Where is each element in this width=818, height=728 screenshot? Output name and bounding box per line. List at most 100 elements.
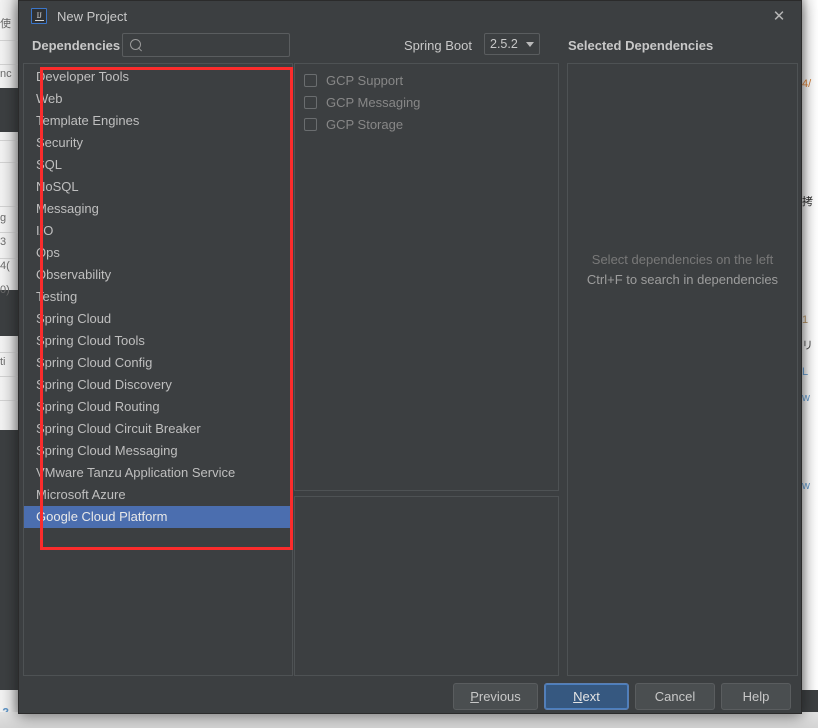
category-item[interactable]: Microsoft Azure [24, 484, 292, 506]
background-left-text: 4( [0, 260, 10, 272]
category-item[interactable]: Spring Cloud Routing [24, 396, 292, 418]
category-item[interactable]: VMware Tanzu Application Service [24, 462, 292, 484]
category-item-label: Ops [36, 245, 60, 260]
empty-hint-line-2: Ctrl+F to search in dependencies [586, 272, 779, 287]
category-item[interactable]: Security [24, 132, 292, 154]
background-right-text: 1 [802, 314, 809, 326]
help-button[interactable]: Help [721, 683, 791, 710]
category-item[interactable]: Messaging [24, 198, 292, 220]
dependency-item[interactable]: GCP Support [295, 69, 558, 91]
category-item-label: Google Cloud Platform [36, 509, 168, 524]
background-left-dark-band-1 [0, 88, 18, 132]
category-item-label: Testing [36, 289, 78, 304]
category-item[interactable]: Spring Cloud [24, 308, 292, 330]
checkbox-icon[interactable] [304, 95, 317, 109]
background-left-dark-band-3 [0, 430, 18, 690]
category-item-label: Spring Cloud [36, 311, 112, 326]
category-item-label: VMware Tanzu Application Service [36, 465, 236, 480]
category-item[interactable]: I/O [24, 220, 292, 242]
dependency-list[interactable]: GCP Support GCP Messaging GCP Storage [295, 64, 558, 135]
selected-dependencies-label: Selected Dependencies [568, 38, 714, 53]
background-left-rule [0, 400, 18, 401]
category-item[interactable]: Web [24, 88, 292, 110]
category-item[interactable]: SQL [24, 154, 292, 176]
search-box[interactable] [122, 33, 303, 57]
background-right-text: 4/ [802, 78, 812, 90]
background-left-rule [0, 162, 18, 163]
selected-dependencies-empty-state: Select dependencies on the left Ctrl+F t… [568, 250, 797, 290]
background-right-text: リ [802, 340, 813, 352]
category-item[interactable]: Spring Cloud Tools [24, 330, 292, 352]
chevron-down-icon [526, 41, 534, 47]
dialog-titlebar: IJ New Project ✕ [19, 1, 801, 31]
dialog-header-row: Dependencies Spring Boot 2.5.2 Selected … [19, 31, 801, 65]
empty-hint-line-1: Select dependencies on the left [591, 252, 774, 267]
intellij-idea-icon: IJ [31, 8, 47, 24]
background-left-text: g [0, 212, 7, 224]
category-item-label: Messaging [36, 201, 99, 216]
previous-button-label: revious [478, 689, 521, 704]
background-left-rule [0, 64, 18, 65]
category-item-label: Microsoft Azure [36, 487, 126, 502]
category-item[interactable]: Spring Cloud Messaging [24, 440, 292, 462]
category-item-label: Template Engines [36, 113, 140, 128]
category-list-panel[interactable]: Developer Tools Web Template Engines Securi… [23, 63, 293, 676]
spring-boot-label: Spring Boot [404, 38, 472, 53]
category-item[interactable]: Spring Cloud Config [24, 352, 292, 374]
dependency-description-text [295, 497, 558, 513]
new-project-dialog: IJ New Project ✕ Dependencies Spring Boo… [18, 0, 802, 714]
category-item-label: NoSQL [36, 179, 79, 194]
category-item[interactable]: NoSQL [24, 176, 292, 198]
checkbox-icon[interactable] [304, 117, 317, 131]
next-button-label: ext [582, 689, 600, 704]
background-right-text: L [802, 366, 809, 378]
previous-button-mnemonic: P [470, 689, 479, 704]
category-item[interactable]: Ops [24, 242, 292, 264]
close-icon[interactable]: ✕ [757, 1, 801, 31]
background-left-rule [0, 376, 18, 377]
dialog-button-bar: Previous Next Cancel Help [19, 683, 803, 715]
next-button[interactable]: Next [544, 683, 629, 710]
category-item-label: Spring Cloud Tools [36, 333, 145, 348]
category-item[interactable]: Testing [24, 286, 292, 308]
category-item[interactable]: Google Cloud Platform [24, 506, 292, 528]
category-item[interactable]: Observability [24, 264, 292, 286]
checkbox-icon[interactable] [304, 73, 317, 87]
category-item-label: SQL [36, 157, 63, 172]
background-right-text: 拷 [802, 196, 813, 208]
background-left-rule [0, 352, 18, 353]
background-left-text: 0) [0, 284, 10, 296]
spring-boot-version-value: 2.5.2 [490, 37, 518, 51]
category-list[interactable]: Developer Tools Web Template Engines Securi… [24, 64, 292, 528]
background-left-rule [0, 258, 18, 259]
dependency-description-panel [294, 496, 559, 676]
help-button-label: Help [742, 689, 770, 704]
category-item-label: Spring Cloud Messaging [36, 443, 178, 458]
dependency-item[interactable]: GCP Messaging [295, 91, 558, 113]
dependency-item[interactable]: GCP Storage [295, 113, 558, 135]
cancel-button[interactable]: Cancel [635, 683, 715, 710]
category-item-label: Spring Cloud Config [36, 355, 153, 370]
category-item-label: Spring Cloud Discovery [36, 377, 172, 392]
category-item[interactable]: Developer Tools [24, 66, 292, 88]
background-left-text: nc [0, 68, 12, 80]
category-item[interactable]: Spring Cloud Discovery [24, 374, 292, 396]
category-item-label: Security [36, 135, 83, 150]
dependency-item-label: GCP Support [326, 72, 404, 88]
category-item[interactable]: Template Engines [24, 110, 292, 132]
background-left-text: ti [0, 356, 6, 368]
cancel-button-label: Cancel [654, 689, 696, 704]
category-item-label: Spring Cloud Routing [36, 399, 160, 414]
dependency-item-label: GCP Messaging [326, 94, 421, 110]
category-item-label: I/O [36, 223, 54, 238]
previous-button[interactable]: Previous [453, 683, 538, 710]
background-left-text: 使 [0, 18, 11, 30]
search-input[interactable] [130, 38, 303, 52]
dependency-list-panel[interactable]: GCP Support GCP Messaging GCP Storage [294, 63, 559, 491]
category-item-label: Developer Tools [36, 69, 129, 84]
selected-dependencies-panel[interactable]: Select dependencies on the left Ctrl+F t… [567, 63, 798, 676]
next-button-mnemonic: N [573, 689, 583, 704]
background-left-rule [0, 40, 18, 41]
spring-boot-version-select[interactable]: 2.5.2 [484, 33, 540, 55]
category-item[interactable]: Spring Cloud Circuit Breaker [24, 418, 292, 440]
